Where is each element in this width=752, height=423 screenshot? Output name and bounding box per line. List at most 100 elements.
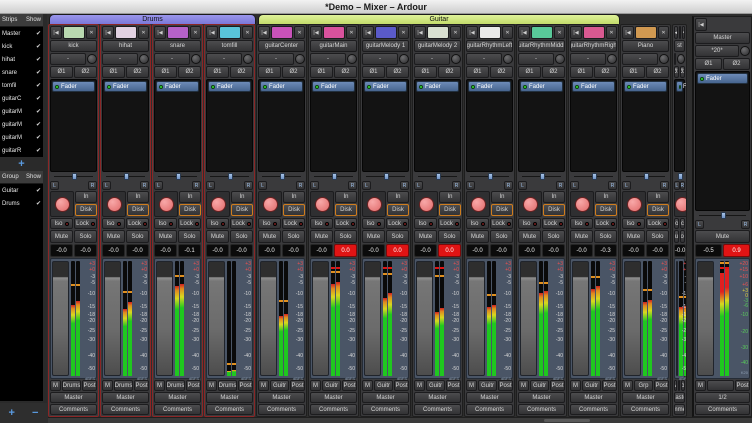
group-button[interactable]: Guitr bbox=[530, 380, 549, 391]
record-arm-button[interactable] bbox=[107, 197, 122, 212]
pan-slider[interactable] bbox=[206, 173, 253, 180]
monitor-input-button[interactable]: In bbox=[595, 191, 617, 203]
phase-1-button[interactable]: Ø1 bbox=[102, 66, 125, 78]
monitor-disk-button[interactable]: Disk bbox=[179, 204, 201, 216]
comments-button[interactable]: Comments bbox=[258, 404, 305, 415]
solo-isolate-button[interactable]: Iso bbox=[622, 218, 645, 229]
narrow-strip-button[interactable]: |◀ bbox=[466, 26, 478, 39]
gain-display[interactable]: -0.5 bbox=[695, 244, 722, 257]
strip-name-button[interactable]: guitarMain bbox=[310, 40, 357, 52]
fader-processor[interactable]: Fader bbox=[312, 81, 355, 92]
monitor-input-button[interactable]: In bbox=[127, 191, 149, 203]
pan-left-button[interactable]: L bbox=[310, 181, 319, 190]
monitor-disk-button[interactable]: Disk bbox=[647, 204, 669, 216]
pan-right-button[interactable]: R bbox=[556, 181, 565, 190]
record-arm-button[interactable] bbox=[211, 197, 226, 212]
pan-right-button[interactable]: R bbox=[140, 181, 149, 190]
processor-box[interactable]: Fader bbox=[50, 79, 97, 172]
strip-name-button[interactable]: guitarCenter bbox=[258, 40, 305, 52]
output-button[interactable]: Master bbox=[50, 392, 97, 403]
track-color-chip[interactable] bbox=[323, 26, 345, 39]
close-icon[interactable]: ✕ bbox=[502, 26, 513, 39]
input-button[interactable]: - bbox=[206, 53, 242, 65]
pan-handle[interactable] bbox=[72, 173, 77, 180]
solo-lock-button[interactable]: Lock bbox=[386, 218, 409, 229]
add-strip-button[interactable]: + bbox=[0, 157, 43, 171]
gain-display[interactable]: -0.0 bbox=[414, 244, 437, 257]
solo-button[interactable]: Solo bbox=[438, 230, 461, 243]
mute-button[interactable]: Mute bbox=[258, 230, 281, 243]
record-arm-button[interactable] bbox=[263, 197, 278, 212]
close-icon[interactable]: ✕ bbox=[242, 26, 253, 39]
pan-slider[interactable] bbox=[466, 173, 513, 180]
fader-processor[interactable]: Fader bbox=[676, 81, 683, 92]
strip-name-button[interactable]: guitarRhythmLeft bbox=[466, 40, 513, 52]
metering-point-button[interactable]: M bbox=[674, 380, 677, 391]
phase-1-button[interactable]: Ø1 bbox=[50, 66, 73, 78]
processor-box[interactable]: Fader bbox=[622, 79, 669, 172]
record-arm-button[interactable] bbox=[419, 197, 434, 212]
track-color-chip[interactable] bbox=[115, 26, 137, 39]
solo-isolate-button[interactable]: Iso bbox=[362, 218, 385, 229]
output-button[interactable]: 1/2 bbox=[695, 392, 750, 403]
fader-slider[interactable] bbox=[416, 261, 433, 376]
solo-isolate-button[interactable]: Iso bbox=[258, 218, 281, 229]
monitor-input-button[interactable]: In bbox=[543, 191, 565, 203]
pan-left-button[interactable]: L bbox=[258, 181, 267, 190]
output-button[interactable]: Master bbox=[570, 392, 617, 403]
comments-button[interactable]: Comments bbox=[154, 404, 201, 415]
record-arm-button[interactable] bbox=[55, 197, 70, 212]
pan-left-button[interactable]: L bbox=[466, 181, 475, 190]
group-button[interactable]: Drums bbox=[114, 380, 133, 391]
remove-group-button[interactable]: − bbox=[32, 407, 38, 419]
strip-name-button[interactable]: guitarMelody 2 bbox=[414, 40, 461, 52]
gain-display[interactable]: -0.0 bbox=[466, 244, 489, 257]
metering-point-button[interactable]: M bbox=[206, 380, 217, 391]
strips-list-header[interactable]: Strips Show bbox=[0, 14, 43, 27]
close-icon[interactable]: ✕ bbox=[682, 26, 685, 39]
peak-display[interactable]: -0.0 bbox=[74, 244, 97, 257]
comments-button[interactable]: Comments bbox=[414, 404, 461, 415]
comments-button[interactable]: Comments bbox=[466, 404, 513, 415]
phase-2-button[interactable]: Ø2 bbox=[542, 66, 565, 78]
fader-processor[interactable]: Fader bbox=[208, 81, 251, 92]
group-tab-drums[interactable]: Drums bbox=[49, 14, 256, 24]
trim-knob[interactable] bbox=[503, 54, 513, 64]
narrow-strip-button[interactable]: |◀ bbox=[310, 26, 322, 39]
solo-button[interactable]: Solo bbox=[282, 230, 305, 243]
fader-slider[interactable] bbox=[104, 261, 121, 376]
monitor-disk-button[interactable]: Disk bbox=[75, 204, 97, 216]
close-icon[interactable]: ✕ bbox=[606, 26, 617, 39]
solo-lock-button[interactable]: Lock bbox=[126, 218, 149, 229]
record-arm-button[interactable] bbox=[315, 197, 330, 212]
pan-handle[interactable] bbox=[644, 173, 649, 180]
input-button[interactable]: - bbox=[674, 53, 676, 65]
fader-slider[interactable] bbox=[697, 261, 714, 376]
solo-lock-button[interactable]: Lock bbox=[680, 218, 685, 229]
solo-button[interactable]: Solo bbox=[334, 230, 357, 243]
solo-lock-button[interactable]: Lock bbox=[230, 218, 253, 229]
solo-isolate-button[interactable]: Iso bbox=[414, 218, 437, 229]
pan-handle[interactable] bbox=[540, 173, 545, 180]
fader-slider[interactable] bbox=[52, 261, 69, 376]
pan-left-button[interactable]: L bbox=[518, 181, 527, 190]
pan-left-button[interactable]: L bbox=[206, 181, 215, 190]
mute-button[interactable]: Mute bbox=[674, 230, 679, 243]
trim-knob[interactable] bbox=[191, 54, 201, 64]
horizontal-scrollbar[interactable] bbox=[48, 417, 752, 423]
input-button[interactable]: - bbox=[154, 53, 190, 65]
processor-box[interactable]: Fader bbox=[362, 79, 409, 172]
strip-name-button[interactable]: guitarRhythmRight bbox=[570, 40, 617, 52]
pan-left-button[interactable]: L bbox=[154, 181, 163, 190]
group-button[interactable]: Drums bbox=[218, 380, 237, 391]
solo-lock-button[interactable]: Lock bbox=[74, 218, 97, 229]
pan-right-button[interactable]: R bbox=[88, 181, 97, 190]
phase-1-button[interactable]: Ø1 bbox=[674, 66, 679, 78]
monitor-disk-button[interactable]: Disk bbox=[335, 204, 357, 216]
record-arm-button[interactable] bbox=[159, 197, 174, 212]
gain-display[interactable]: -0.0 bbox=[570, 244, 593, 257]
trim-knob[interactable] bbox=[295, 54, 305, 64]
group-button[interactable]: Guitr bbox=[478, 380, 497, 391]
phase-2-button[interactable]: Ø2 bbox=[490, 66, 513, 78]
pan-handle[interactable] bbox=[228, 173, 233, 180]
